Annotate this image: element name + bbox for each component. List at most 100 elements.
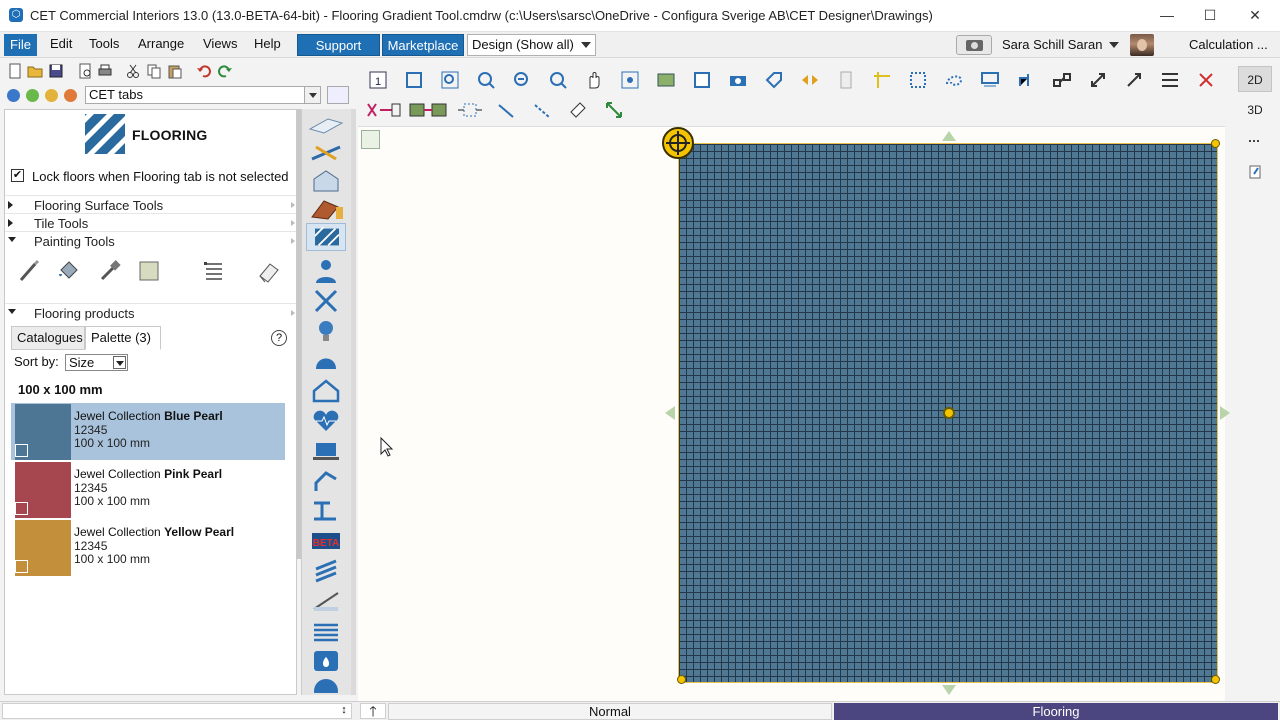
- dimension-icon[interactable]: [604, 100, 624, 120]
- panel-layout-icon[interactable]: [327, 86, 349, 104]
- brush-icon[interactable]: [17, 258, 43, 284]
- marketplace-button[interactable]: Marketplace: [382, 34, 464, 56]
- resize-vertical-icon[interactable]: ↕: [337, 702, 351, 718]
- zoom-window-icon[interactable]: [440, 70, 460, 90]
- menu-help[interactable]: Help: [254, 36, 281, 51]
- tab-palette-icon[interactable]: [306, 677, 346, 693]
- insert-arrow-icon[interactable]: [361, 130, 380, 149]
- undo-icon[interactable]: [196, 63, 212, 79]
- tab-lighting-icon[interactable]: [306, 317, 346, 345]
- comment-icon[interactable]: [980, 70, 1000, 90]
- tab-beam-icon[interactable]: [306, 497, 346, 525]
- camera-button[interactable]: [956, 35, 992, 55]
- tab-beta-icon[interactable]: BETA: [306, 527, 346, 555]
- tab-people-icon[interactable]: [306, 257, 346, 285]
- delete-icon[interactable]: [1196, 70, 1216, 90]
- design-select[interactable]: Design (Show all): [467, 34, 596, 56]
- user-menu-chevron-icon[interactable]: [1109, 42, 1119, 48]
- nav-up-icon[interactable]: [7, 89, 20, 102]
- stretch-icon[interactable]: [366, 100, 402, 120]
- print-icon[interactable]: [97, 63, 113, 79]
- fill-surface-icon[interactable]: [136, 258, 162, 284]
- zoom-in-icon[interactable]: [476, 70, 496, 90]
- tab-home-icon[interactable]: [306, 377, 346, 405]
- paste-icon[interactable]: [167, 63, 183, 79]
- tab-palette[interactable]: Palette (3): [85, 326, 161, 350]
- tab-layers-icon[interactable]: [306, 617, 346, 645]
- lasso-select-icon[interactable]: [944, 70, 964, 90]
- new-file-icon[interactable]: [7, 63, 23, 79]
- stretch-up-arrow-icon[interactable]: [942, 131, 956, 141]
- nav-prev-icon[interactable]: [45, 89, 58, 102]
- section-painting-tools[interactable]: Painting Tools: [5, 231, 296, 249]
- align-icon[interactable]: [1124, 70, 1144, 90]
- zoom-out-icon[interactable]: [512, 70, 532, 90]
- tag-icon[interactable]: [764, 70, 784, 90]
- tab-lounge-icon[interactable]: [306, 347, 346, 375]
- pick-color-icon[interactable]: [97, 258, 123, 284]
- menu-file[interactable]: File: [4, 34, 37, 56]
- stretch-right-arrow-icon[interactable]: [1220, 406, 1230, 420]
- product-item-blue-pearl[interactable]: Jewel Collection Blue Pearl 12345 100 x …: [11, 403, 285, 460]
- tab-catalogues[interactable]: Catalogues: [11, 326, 85, 350]
- paper-space-icon[interactable]: [692, 70, 712, 90]
- open-folder-icon[interactable]: [27, 63, 43, 79]
- maximize-button[interactable]: ☐: [1200, 5, 1220, 25]
- sort-by-select[interactable]: Size: [65, 354, 128, 371]
- tab-walls-icon[interactable]: [306, 111, 346, 139]
- zoom-1-1-icon[interactable]: 1: [368, 70, 388, 90]
- dimension-view-icon[interactable]: [1238, 128, 1272, 154]
- nav-down-icon[interactable]: [26, 89, 39, 102]
- corner-handle[interactable]: [1211, 675, 1220, 684]
- copy-icon[interactable]: [146, 63, 162, 79]
- lock-floors-checkbox[interactable]: ✔: [11, 169, 24, 182]
- connect-icon[interactable]: [1016, 70, 1036, 90]
- line-tool-icon[interactable]: [496, 100, 516, 120]
- dashed-line-icon[interactable]: [532, 100, 552, 120]
- stretch-down-arrow-icon[interactable]: [942, 685, 956, 695]
- close-window-button[interactable]: ✕: [1245, 5, 1265, 25]
- redo-icon[interactable]: [217, 63, 233, 79]
- section-flooring-products[interactable]: Flooring products: [5, 303, 296, 321]
- render-icon[interactable]: [656, 70, 676, 90]
- mirror-icon[interactable]: [456, 100, 484, 120]
- tab-robot-arm-icon[interactable]: [306, 467, 346, 495]
- minimize-button[interactable]: —: [1157, 5, 1177, 25]
- link-icon[interactable]: [1052, 70, 1072, 90]
- section-flooring-surface-tools[interactable]: Flooring Surface Tools: [5, 195, 296, 213]
- view-3d-button[interactable]: 3D: [1238, 97, 1272, 123]
- view-2d-button[interactable]: 2D: [1238, 66, 1272, 92]
- corner-handle[interactable]: [677, 675, 686, 684]
- lock-floors-option[interactable]: ✔ Lock floors when Flooring tab is not s…: [11, 169, 296, 185]
- tab-building-icon[interactable]: [306, 167, 346, 195]
- calculation-button[interactable]: Calculation ...: [1189, 37, 1268, 52]
- save-icon[interactable]: [48, 63, 64, 79]
- tab-stairs-icon[interactable]: [306, 557, 346, 585]
- zoom-extents-icon[interactable]: [404, 70, 424, 90]
- product-item-yellow-pearl[interactable]: Jewel Collection Yellow Pearl 12345 100 …: [11, 519, 285, 576]
- center-handle[interactable]: [943, 407, 955, 419]
- user-name[interactable]: Sara Schill Saran: [1002, 37, 1102, 52]
- list-properties-icon[interactable]: [201, 258, 227, 284]
- avatar[interactable]: [1130, 34, 1154, 56]
- drawing-canvas[interactable]: [358, 126, 1230, 701]
- flip-icon[interactable]: [800, 70, 820, 90]
- help-icon[interactable]: ?: [271, 330, 287, 346]
- tab-strip-scrollbar[interactable]: [351, 109, 356, 695]
- arrow-up-icon[interactable]: 🡑: [360, 703, 386, 719]
- eraser-icon[interactable]: [256, 258, 282, 284]
- nav-next-icon[interactable]: [64, 89, 77, 102]
- view-selection-icon[interactable]: [620, 70, 640, 90]
- array-icon[interactable]: [408, 100, 448, 120]
- move-handle-icon[interactable]: [662, 127, 694, 159]
- cet-tabs-select[interactable]: CET tabs: [85, 86, 321, 104]
- menu-views[interactable]: Views: [203, 36, 237, 51]
- tab-tools-icon[interactable]: [306, 287, 346, 315]
- expand-icon[interactable]: [1088, 70, 1108, 90]
- rectangle-select-icon[interactable]: [908, 70, 928, 90]
- notes-icon[interactable]: [1238, 159, 1272, 185]
- corner-handle[interactable]: [1211, 139, 1220, 148]
- layout-icon[interactable]: [1160, 70, 1180, 90]
- tab-measure-icon[interactable]: [306, 139, 346, 167]
- tab-fireplace-icon[interactable]: [306, 647, 346, 675]
